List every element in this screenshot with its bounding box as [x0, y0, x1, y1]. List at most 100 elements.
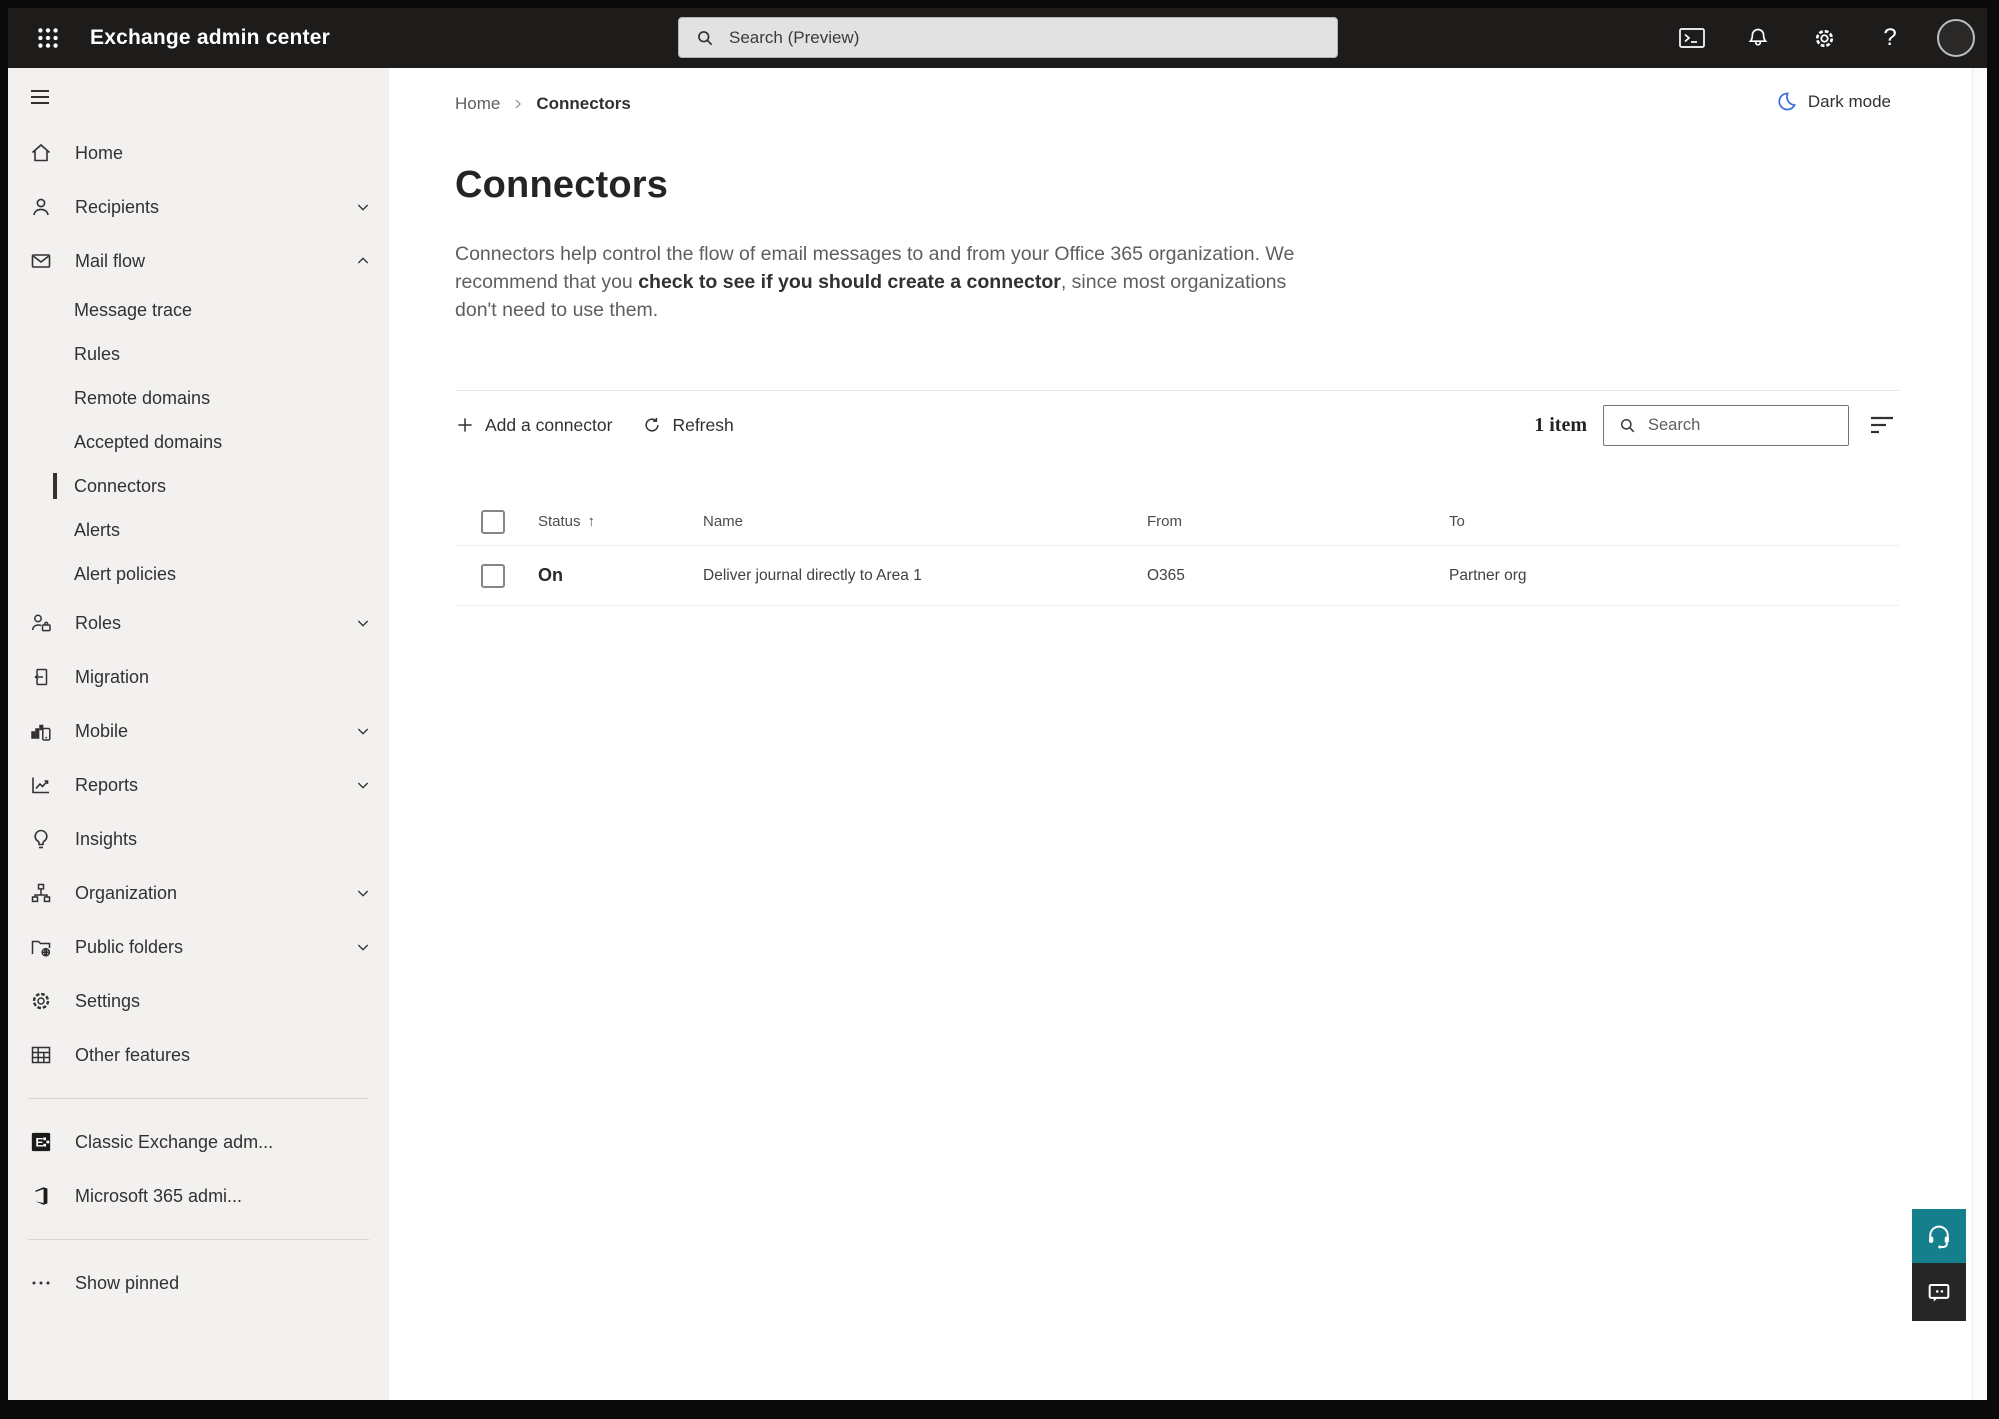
person-icon	[29, 195, 53, 219]
topbar-actions: ?	[1671, 8, 1977, 68]
column-header-from[interactable]: From	[1147, 513, 1449, 530]
breadcrumb-home-link[interactable]: Home	[455, 94, 500, 114]
sidebar-item-alert-policies[interactable]: Alert policies	[8, 552, 389, 596]
terminal-icon	[1679, 28, 1705, 48]
breadcrumb: Home Connectors	[455, 94, 631, 114]
envelope-icon	[29, 249, 53, 273]
global-search-input[interactable]	[729, 27, 1289, 48]
app-title: Exchange admin center	[90, 26, 330, 49]
chevron-down-icon	[355, 199, 371, 215]
sidebar-item-alerts[interactable]: Alerts	[8, 508, 389, 552]
search-icon	[698, 30, 713, 45]
main-content: Home Connectors Dark mode Connectors Con…	[389, 68, 1987, 1400]
gear-icon	[1815, 29, 1833, 47]
folder-globe-icon	[29, 935, 53, 959]
list-search-input[interactable]	[1648, 415, 1818, 435]
sidebar-item-insights[interactable]: Insights	[8, 812, 389, 866]
breadcrumb-current: Connectors	[536, 94, 631, 113]
table-row[interactable]: On Deliver journal directly to Area 1 O3…	[455, 546, 1899, 606]
chevron-down-icon	[355, 885, 371, 901]
item-count: 1 item	[1534, 413, 1587, 436]
connectors-table: Status ↑ Name From To On Deliver journal…	[455, 498, 1899, 606]
sidebar-item-roles[interactable]: Roles	[8, 596, 389, 650]
filter-icon	[1871, 416, 1893, 434]
sidebar-item-settings[interactable]: Settings	[8, 974, 389, 1028]
select-all-checkbox[interactable]	[481, 509, 505, 534]
row-checkbox[interactable]	[481, 563, 505, 588]
sort-ascending-icon: ↑	[587, 513, 596, 530]
page-title: Connectors	[455, 164, 669, 206]
support-button[interactable]	[1912, 1209, 1966, 1263]
app-launcher-icon[interactable]	[28, 18, 68, 58]
sidebar-item-home[interactable]: Home	[8, 126, 389, 180]
feedback-button[interactable]	[1912, 1263, 1966, 1321]
sidebar-item-mail-flow[interactable]: Mail flow	[8, 234, 389, 288]
powershell-button[interactable]	[1671, 17, 1713, 59]
chat-bubble-icon	[1928, 1284, 1950, 1302]
column-header-name[interactable]: Name	[703, 513, 1147, 530]
sidebar-divider	[28, 1239, 369, 1240]
chevron-down-icon	[355, 723, 371, 739]
sidebar-item-accepted-domains[interactable]: Accepted domains	[8, 420, 389, 464]
top-app-bar: Exchange admin center Search (Preview) ?	[8, 8, 1987, 68]
microsoft-365-logo-icon	[29, 1184, 53, 1208]
chevron-right-icon	[515, 99, 522, 109]
command-bar: Add a connector Refresh 1 item	[455, 402, 1899, 448]
org-chart-icon	[29, 881, 53, 905]
sidebar-item-show-pinned[interactable]: Show pinned	[8, 1256, 389, 1310]
list-search-box[interactable]	[1603, 404, 1849, 446]
sidebar-item-public-folders[interactable]: Public folders	[8, 920, 389, 974]
refresh-button[interactable]: Refresh	[642, 415, 734, 436]
refresh-icon	[645, 417, 660, 432]
bell-icon	[1748, 28, 1768, 46]
avatar	[1937, 19, 1975, 57]
sidebar-item-mobile[interactable]: Mobile	[8, 704, 389, 758]
sidebar-divider	[28, 1098, 369, 1099]
sidebar-item-microsoft-365-admin[interactable]: Microsoft 365 admi...	[8, 1169, 389, 1223]
sidebar-item-classic-exchange-admin[interactable]: E Classic Exchange adm...	[8, 1115, 389, 1169]
search-icon	[1620, 418, 1635, 432]
cell-from: O365	[1147, 566, 1185, 584]
lightbulb-icon	[29, 827, 53, 851]
screenshot-root: { "topbar": { "app_title": "Exchange adm…	[0, 0, 1999, 1419]
scrollbar-track[interactable]	[1972, 68, 1987, 1400]
sidebar-item-remote-domains[interactable]: Remote domains	[8, 376, 389, 420]
dark-mode-toggle[interactable]: Dark mode	[1775, 90, 1891, 113]
cell-name[interactable]: Deliver journal directly to Area 1	[703, 567, 1147, 585]
chevron-up-icon	[355, 253, 371, 269]
gear-icon	[29, 989, 53, 1013]
collapse-nav-button[interactable]	[8, 68, 389, 126]
sidebar-item-reports[interactable]: Reports	[8, 758, 389, 812]
chevron-down-icon	[355, 777, 371, 793]
floating-action-buttons	[1912, 1209, 1966, 1321]
global-search-box[interactable]	[678, 17, 1338, 58]
sidebar-item-other-features[interactable]: Other features	[8, 1028, 389, 1082]
headset-icon	[1929, 1225, 1949, 1249]
column-header-to[interactable]: To	[1449, 513, 1899, 530]
sidebar-item-connectors[interactable]: Connectors	[8, 464, 389, 508]
ellipsis-icon	[29, 1271, 53, 1295]
plus-icon	[458, 418, 472, 432]
sidebar-item-message-trace[interactable]: Message trace	[8, 288, 389, 332]
home-icon	[29, 141, 53, 165]
svg-text:E: E	[36, 1136, 44, 1150]
filter-button[interactable]	[1865, 408, 1899, 442]
sidebar-item-rules[interactable]: Rules	[8, 332, 389, 376]
notifications-button[interactable]	[1737, 17, 1779, 59]
person-badge-icon	[29, 611, 53, 635]
cell-to: Partner org	[1449, 566, 1527, 584]
line-chart-icon	[29, 773, 53, 797]
dark-mode-label: Dark mode	[1807, 91, 1891, 111]
add-connector-button[interactable]: Add a connector	[455, 415, 612, 436]
sidebar-item-organization[interactable]: Organization	[8, 866, 389, 920]
help-icon: ?	[1883, 24, 1897, 51]
hamburger-icon	[31, 90, 49, 104]
page-description: Connectors help control the flow of emai…	[455, 243, 1295, 321]
settings-button[interactable]	[1803, 17, 1845, 59]
table-header-row: Status ↑ Name From To	[455, 498, 1899, 546]
account-button[interactable]	[1935, 17, 1977, 59]
sidebar-item-migration[interactable]: Migration	[8, 650, 389, 704]
sidebar-item-recipients[interactable]: Recipients	[8, 180, 389, 234]
column-header-status[interactable]: Status ↑	[538, 513, 703, 530]
help-button[interactable]: ?	[1869, 17, 1911, 59]
